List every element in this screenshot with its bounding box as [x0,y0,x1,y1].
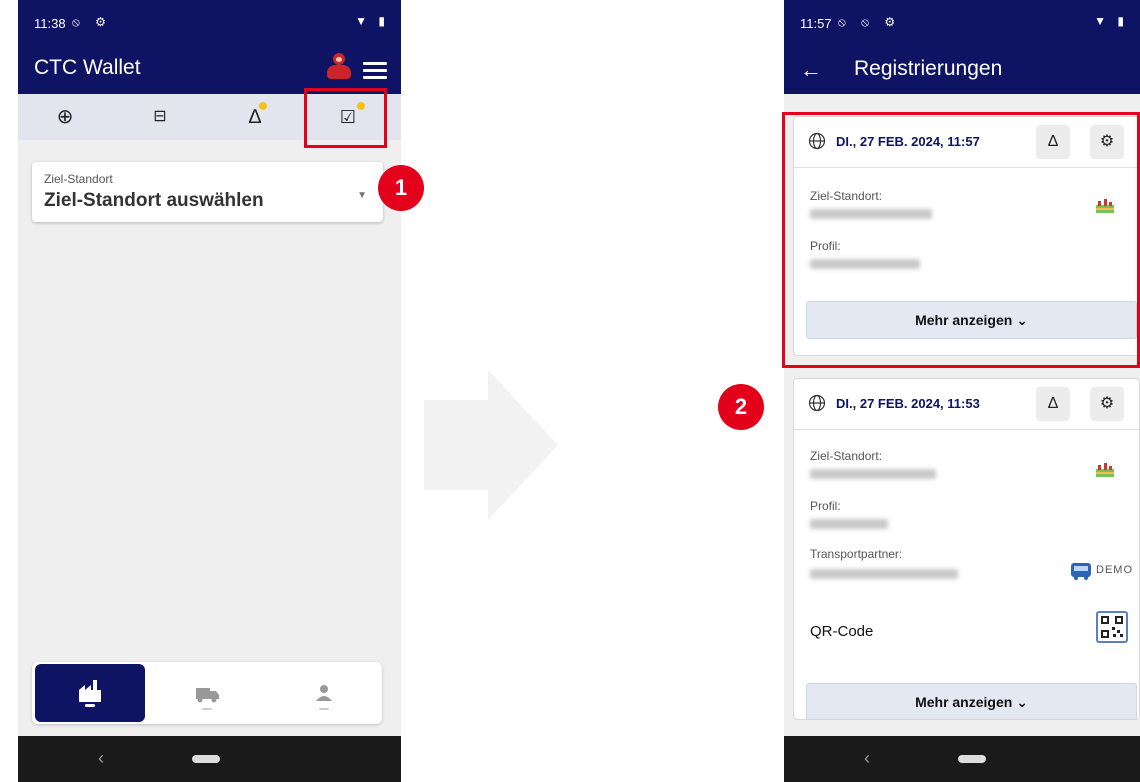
gear-icon[interactable]: ⚙ [1090,387,1124,421]
status-bar: 11:57 ⦸ ⦸ ⚙ ▼ ▮ [784,0,1140,46]
factory-icon [79,680,101,707]
app-bar: CTC Wallet [18,46,401,94]
status-icons-left: ⦸ ⚙ [72,15,112,29]
status-bar: 11:38 ⦸ ⚙ ▼ ▮ [18,0,401,46]
truck-logo-icon [1071,563,1091,580]
blurred-value [810,519,888,529]
qr-pattern [1101,616,1123,638]
person-icon [316,685,332,710]
system-home-pill[interactable] [958,755,986,763]
step-badge-1: 1 [378,165,424,211]
status-icons-right: ▼ ▮ [355,14,389,28]
bottom-nav [32,662,382,724]
nav-item-profile[interactable] [269,664,379,722]
factory-icon [1096,463,1114,477]
show-more-button[interactable]: Mehr anzeigen ⌄ [806,683,1137,719]
highlight-box [782,112,1140,368]
highlight-box [304,88,387,148]
field-label: Ziel-Standort: [810,449,883,463]
qr-code-icon[interactable] [1096,611,1128,643]
app-bar: ← Registrierungen [784,46,1140,94]
demo-label: DEMO [1096,564,1133,576]
globe-icon [808,394,826,412]
field-label: Profil: [810,499,841,513]
back-arrow-icon[interactable]: ← [800,57,822,83]
nav-item-truck[interactable] [152,664,262,722]
avatar[interactable] [325,53,353,83]
app-title: CTC Wallet [34,56,141,79]
status-time: 11:57 [800,16,832,31]
transition-arrow [424,370,558,520]
target-location-select[interactable]: Ziel-Standort Ziel-Standort auswählen ▼ [32,162,383,222]
status-icons-left: ⦸ ⦸ ⚙ [838,15,902,29]
dropdown-caret-icon: ▼ [357,190,367,201]
field-label: Transportpartner: [810,547,903,561]
step-badge-2: 2 [718,384,764,430]
hamburger-menu-icon[interactable] [363,62,387,80]
truck-icon [196,688,219,710]
system-home-pill[interactable] [192,755,220,763]
save-icon[interactable]: ⊟ [148,105,172,129]
system-back-icon[interactable]: ‹ [864,748,870,769]
page-title: Registrierungen [854,57,1003,80]
notification-dot [259,102,267,110]
blurred-value [810,469,936,479]
system-nav-bar: ‹ [18,736,401,782]
registration-card: DI., 27 FEB. 2024, 11:53 ∆ ⚙ Ziel-Stando… [793,378,1140,720]
plus-circle-icon[interactable]: ⊕ [53,105,77,129]
registration-date: DI., 27 FEB. 2024, 11:53 [836,396,980,411]
card-header: DI., 27 FEB. 2024, 11:53 ∆ ⚙ [794,379,1139,430]
field-value: Ziel-Standort auswählen [44,190,264,211]
bell-icon[interactable]: ∆ [1036,387,1070,421]
status-icons-right: ▼ ▮ [1094,14,1128,28]
system-back-icon[interactable]: ‹ [98,748,104,769]
field-label: Ziel-Standort [44,172,113,186]
status-time: 11:38 [34,16,66,31]
system-nav-bar: ‹ [784,736,1140,782]
nav-item-factory[interactable] [35,664,145,722]
qr-code-label: QR-Code [810,623,874,640]
blurred-value [810,569,958,579]
